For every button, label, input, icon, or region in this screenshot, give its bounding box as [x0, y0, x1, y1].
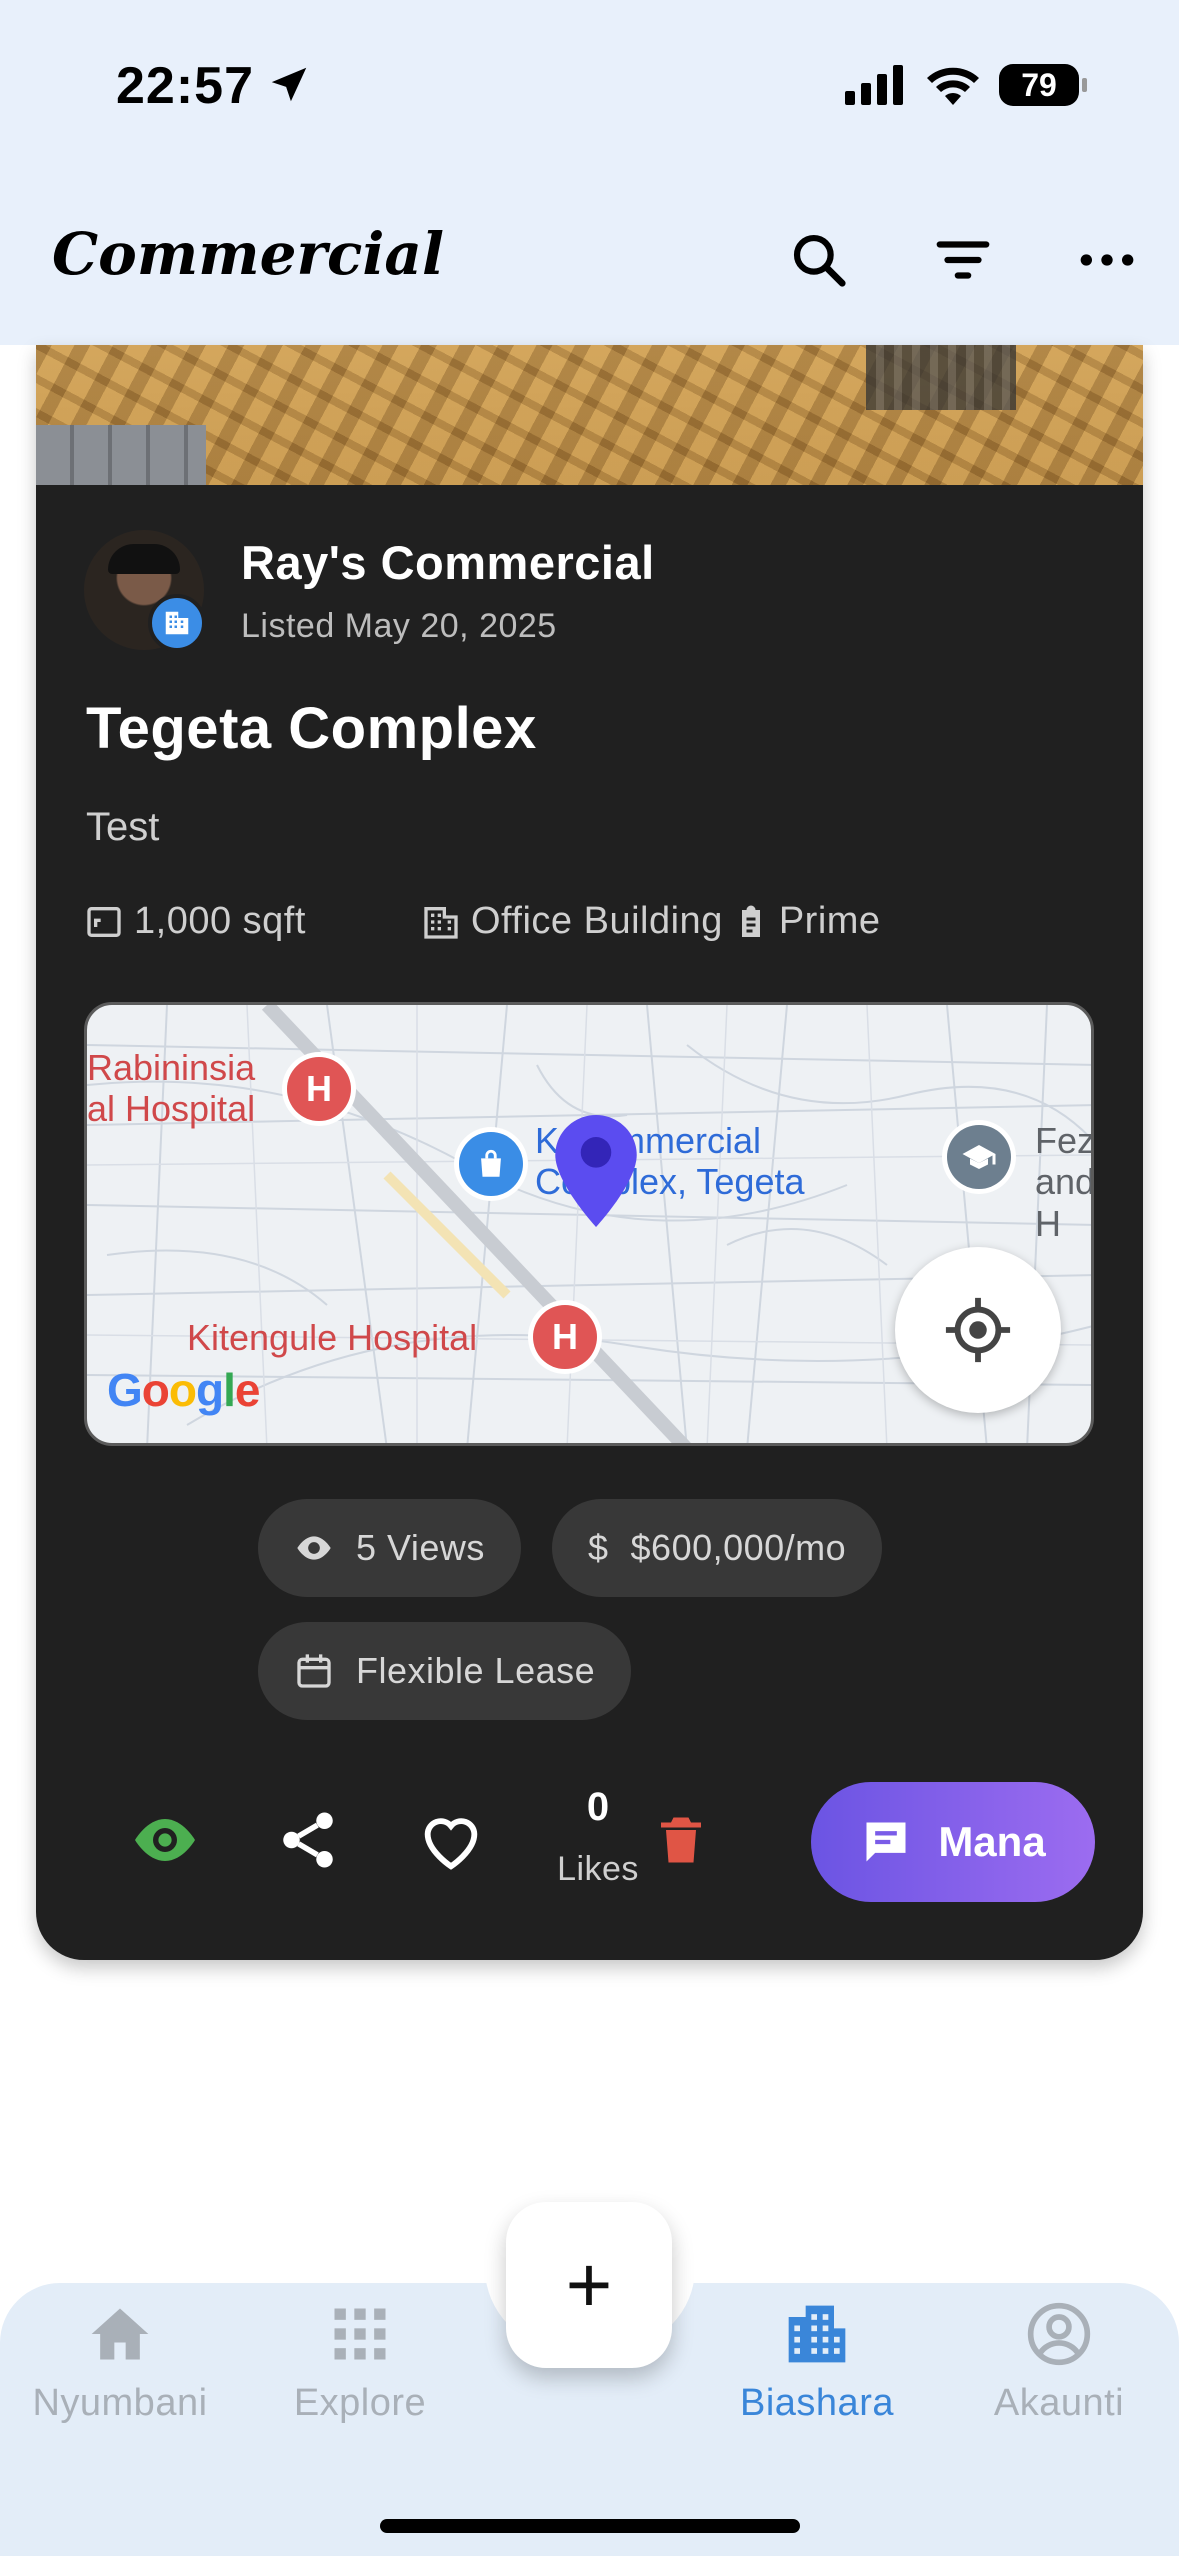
- home-indicator: [380, 2519, 800, 2533]
- grid-icon: [334, 2308, 386, 2360]
- dollar-icon: $: [588, 1527, 609, 1568]
- photo-drain: [866, 345, 1016, 410]
- lease-chip: Flexible Lease: [258, 1622, 632, 1720]
- nav-label: Akaunti: [993, 2382, 1125, 2424]
- building-icon: [424, 906, 458, 939]
- shopping-pin-icon[interactable]: [459, 1132, 523, 1196]
- school-pin-icon[interactable]: [947, 1125, 1011, 1189]
- nav-label: Explore: [293, 2382, 427, 2424]
- nav-item-nyumbani[interactable]: Nyumbani: [0, 2300, 240, 2425]
- nav-label: Biashara: [740, 2382, 894, 2424]
- area-icon: [87, 906, 121, 937]
- likes-count: 0: [586, 1785, 610, 1829]
- eye-icon: [297, 1536, 331, 1560]
- map-label-hospital-1: Rabininsia al Hospital: [87, 1047, 256, 1130]
- status-indicators: 79: [845, 64, 1087, 106]
- map-label-school: Fezaand H: [1035, 1120, 1094, 1244]
- price-chip: $ $600,000/mo: [552, 1499, 883, 1597]
- property-grade: Prime: [778, 900, 881, 942]
- add-listing-button[interactable]: +: [506, 2202, 672, 2368]
- views-count: 5 Views: [356, 1527, 485, 1568]
- wifi-icon: [927, 67, 979, 105]
- share-icon[interactable]: [263, 1795, 353, 1885]
- recenter-button[interactable]: [895, 1247, 1061, 1413]
- clipboard-icon: [741, 905, 760, 937]
- account-icon: [1027, 2302, 1091, 2366]
- map-label-hospital-2: Kitengule Hospital: [187, 1317, 478, 1358]
- nav-item-akaunti[interactable]: Akaunti: [939, 2300, 1179, 2425]
- property-description: Test: [86, 805, 160, 849]
- type-meta: Office Building Prime: [421, 900, 881, 943]
- chat-button[interactable]: Mana: [811, 1782, 1095, 1902]
- location-pin-icon[interactable]: [555, 1115, 637, 1227]
- listed-date: Listed May 20, 2025: [241, 607, 557, 645]
- listing-card[interactable]: Ray's Commercial Listed May 20, 2025 Teg…: [36, 345, 1143, 1960]
- hospital-pin-icon[interactable]: H: [533, 1305, 597, 1369]
- filter-icon[interactable]: [921, 218, 1005, 302]
- hospital-pin-icon[interactable]: H: [287, 1057, 351, 1121]
- lease-type: Flexible Lease: [356, 1650, 596, 1691]
- signal-icon: [845, 65, 903, 105]
- calendar-icon: [297, 1654, 331, 1688]
- price-value: $600,000/mo: [630, 1527, 847, 1568]
- area-value: 1,000 sqft: [134, 900, 306, 942]
- top-area: 22:57 79 Commercial: [0, 0, 1179, 345]
- search-icon[interactable]: [777, 218, 861, 302]
- business-badge-icon: [148, 594, 206, 652]
- delete-icon[interactable]: [636, 1795, 726, 1885]
- owner-avatar[interactable]: [84, 530, 206, 652]
- owner-name[interactable]: Ray's Commercial: [241, 535, 655, 590]
- location-arrow-icon: [271, 67, 307, 102]
- app-actions: [777, 218, 1149, 302]
- property-title: Tegeta Complex: [86, 696, 537, 761]
- nav-item-explore[interactable]: Explore: [240, 2300, 480, 2425]
- avatar-cap: [108, 544, 180, 574]
- nav-item-biashara[interactable]: Biashara: [697, 2300, 937, 2425]
- nav-label: Nyumbani: [32, 2382, 208, 2424]
- photo-tiles: [36, 425, 206, 485]
- seen-eye-icon[interactable]: [120, 1795, 210, 1885]
- google-logo: Google: [107, 1364, 260, 1416]
- views-chip: 5 Views: [258, 1499, 521, 1597]
- home-icon: [91, 2308, 149, 2360]
- location-map[interactable]: Rabininsia al Hospital H K Commercial Comp…: [84, 1002, 1094, 1446]
- app-title: Commercial: [52, 220, 445, 288]
- status-time: 22:57: [116, 57, 254, 115]
- crosshair-icon: [945, 1297, 1011, 1363]
- battery-indicator: 79: [999, 64, 1087, 106]
- chat-button-label: Mana: [938, 1818, 1046, 1865]
- business-icon: [788, 2305, 846, 2363]
- listing-photo[interactable]: [36, 345, 1143, 485]
- area-meta: 1,000 sqft: [84, 900, 306, 943]
- chat-icon: [866, 1822, 906, 1862]
- more-icon[interactable]: [1065, 218, 1149, 302]
- property-type: Office Building: [471, 900, 723, 942]
- like-heart-icon[interactable]: [406, 1795, 496, 1885]
